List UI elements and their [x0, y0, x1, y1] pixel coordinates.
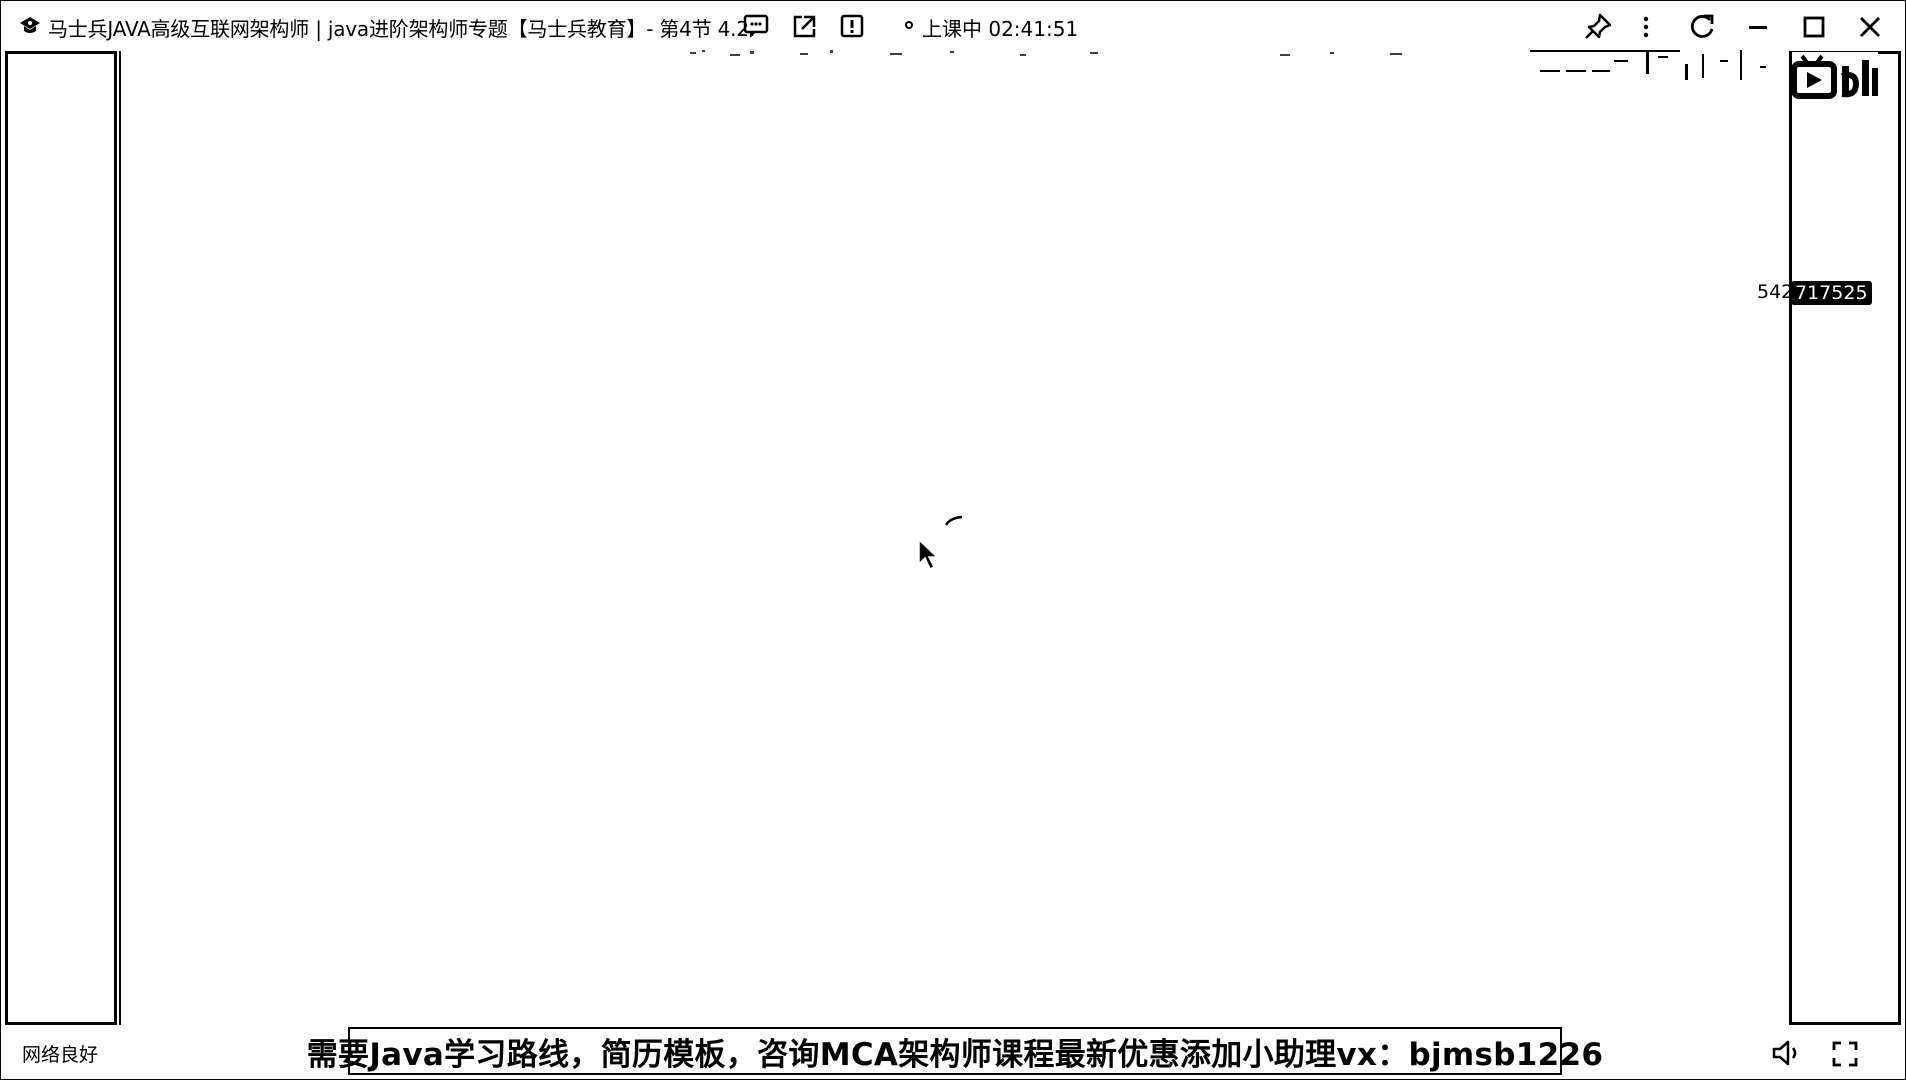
minimize-icon[interactable]	[1740, 10, 1776, 44]
network-status: 网络良好	[22, 1044, 99, 1066]
promo-banner[interactable]: 需要Java学习路线，简历模板，咨询MCA架构师课程最新优惠添加小助理vx：bj…	[307, 1027, 1603, 1075]
close-icon[interactable]	[1852, 10, 1888, 44]
right-panel	[1789, 51, 1901, 1025]
status-dot	[905, 21, 913, 29]
more-icon[interactable]	[1628, 10, 1664, 44]
maximize-icon[interactable]	[1796, 10, 1832, 44]
chat-icon[interactable]	[742, 12, 770, 40]
logo-icon	[20, 17, 40, 33]
mouse-cursor-icon	[918, 538, 939, 571]
bilibili-logo	[1791, 52, 1878, 100]
scan-artifact	[1530, 50, 1766, 80]
volume-icon[interactable]	[1770, 1038, 1802, 1068]
window-title: 马士兵JAVA高级互联网架构师 | java进阶架构师专题【马士兵教育】- 第4…	[48, 17, 756, 41]
refresh-icon[interactable]	[1684, 10, 1720, 44]
class-timer: 上课中 02:41:51	[922, 17, 1079, 41]
left-panel	[5, 51, 117, 1025]
pin-icon[interactable]	[1580, 10, 1616, 44]
title-bar: 马士兵JAVA高级互联网架构师 | java进阶架构师专题【马士兵教育】- 第4…	[0, 0, 1906, 52]
panel-divider	[115, 51, 121, 1025]
uid-watermark: 717525	[1791, 281, 1872, 305]
fullscreen-icon[interactable]	[1831, 1040, 1859, 1068]
promo-banner-text: 需要Java学习路线，简历模板，咨询MCA架构师课程最新优惠添加小助理vx：bj…	[306, 1036, 1604, 1073]
window-frame	[0, 0, 1906, 1080]
pen-stroke	[944, 515, 963, 526]
report-icon[interactable]	[838, 12, 866, 40]
scan-artifact	[690, 50, 1402, 56]
share-icon[interactable]	[790, 12, 818, 40]
uid-watermark-prefix: 542	[1757, 281, 1794, 303]
